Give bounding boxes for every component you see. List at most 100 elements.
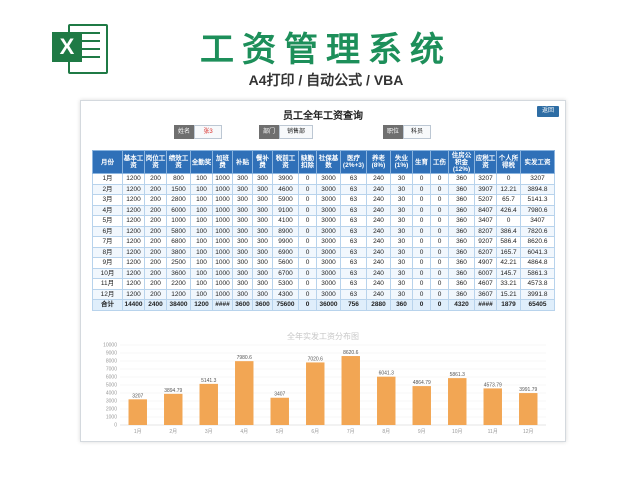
table-cell: 3607 (474, 288, 497, 300)
table-cell: 360 (448, 278, 475, 290)
bar (483, 388, 502, 425)
table-cell: 200 (144, 194, 167, 206)
table-cell: 3000 (316, 183, 341, 195)
total-cell: 3600 (232, 299, 253, 311)
position-filter-value[interactable]: 科员 (403, 125, 431, 139)
table-cell: 1000 (212, 225, 233, 237)
data-label: 3407 (274, 392, 285, 398)
table-cell: 6900 (272, 246, 299, 258)
table-cell: 8407 (474, 204, 497, 216)
total-cell: 360 (390, 299, 413, 311)
x-tick-label: 3月 (205, 429, 213, 435)
table-cell: 145.7 (496, 267, 521, 279)
table-cell: 7820.6 (520, 225, 555, 237)
table-cell: 0 (298, 246, 317, 258)
table-cell: 0 (430, 236, 449, 248)
table-cell: 63 (340, 173, 367, 185)
table-cell: 4864.8 (520, 257, 555, 269)
table-cell: 240 (366, 236, 391, 248)
y-tick-label: 10000 (103, 343, 117, 349)
bar (235, 361, 254, 425)
table-cell: 0 (298, 257, 317, 269)
table-cell: 426.4 (496, 204, 521, 216)
table-cell: 200 (144, 278, 167, 290)
column-header: 医疗(2%+3) (340, 150, 367, 174)
table-cell: 0 (412, 173, 431, 185)
table-cell: 6月 (92, 225, 123, 237)
table-cell: 300 (232, 194, 253, 206)
column-header: 个人所得税 (496, 150, 521, 174)
table-cell: 300 (252, 257, 273, 269)
data-label: 5141.3 (201, 378, 217, 384)
table-cell: 0 (430, 204, 449, 216)
table-cell: 3407 (520, 215, 555, 227)
column-header: 税前工资 (272, 150, 299, 174)
table-cell: 6700 (272, 267, 299, 279)
table-cell: 240 (366, 215, 391, 227)
y-tick-label: 0 (114, 423, 117, 429)
total-cell: 4320 (448, 299, 475, 311)
table-cell: 1000 (212, 173, 233, 185)
table-cell: 200 (144, 204, 167, 216)
table-cell: 300 (252, 267, 273, 279)
table-cell: 100 (190, 236, 213, 248)
x-tick-label: 6月 (311, 429, 319, 435)
table-cell: 6800 (166, 236, 191, 248)
table-cell: 300 (232, 183, 253, 195)
column-header: 实发工资 (520, 150, 555, 174)
table-cell: 1200 (122, 246, 145, 258)
total-cell: 14400 (122, 299, 145, 311)
table-cell: 3407 (474, 215, 497, 227)
table-cell: 300 (232, 246, 253, 258)
bar (199, 383, 218, 425)
column-header: 月份 (92, 150, 123, 174)
data-label: 3991.79 (519, 387, 537, 393)
bar (448, 378, 467, 425)
bar (519, 393, 538, 425)
table-cell: 1000 (166, 215, 191, 227)
x-tick-label: 7月 (347, 429, 355, 435)
table-cell: 0 (412, 204, 431, 216)
table-cell: 100 (190, 194, 213, 206)
total-cell: 0 (430, 299, 449, 311)
table-cell: 1200 (122, 236, 145, 248)
table-cell: 1月 (92, 173, 123, 185)
table-row: 9月 1200 200 2500 100 1000 300 300 5600 0 3000 63 240… (92, 257, 555, 269)
table-cell: 0 (430, 257, 449, 269)
table-cell: 0 (430, 194, 449, 206)
table-cell: 200 (144, 225, 167, 237)
table-cell: 1000 (212, 288, 233, 300)
table-cell: 300 (232, 278, 253, 290)
bar-chart-svg: 0 1000 2000 3000 4000 5000 6000 7000 8000 9000 100… (103, 343, 546, 435)
table-cell: 0 (298, 236, 317, 248)
table-cell: 0 (496, 215, 521, 227)
column-header: 加班费 (212, 150, 233, 174)
total-cell: 3600 (252, 299, 273, 311)
table-cell: 3000 (316, 267, 341, 279)
table-cell: 300 (252, 246, 273, 258)
table-cell: 100 (190, 215, 213, 227)
table-cell: 12.21 (496, 183, 521, 195)
name-filter-value[interactable]: 张3 (194, 125, 222, 139)
table-cell: 0 (412, 236, 431, 248)
table-cell: 1200 (122, 257, 145, 269)
total-cell: 合计 (92, 299, 123, 311)
table-cell: 3000 (316, 236, 341, 248)
department-filter: 部门 销售部 (259, 125, 313, 139)
table-cell: 360 (448, 225, 475, 237)
table-cell: 300 (252, 236, 273, 248)
total-cell: #### (212, 299, 233, 311)
bar (377, 376, 396, 425)
x-tick-label: 4月 (240, 429, 248, 435)
data-label: 3207 (132, 393, 143, 399)
table-cell: 63 (340, 288, 367, 300)
table-header-row: 月份 基本工资 岗位工资 绩效工资 全勤奖 加班费 补贴 餐补费 税前工资 缺勤扣除 社保基数 医疗(… (92, 150, 555, 174)
total-cell: 1200 (190, 299, 213, 311)
table-cell: 30 (390, 204, 413, 216)
department-filter-value[interactable]: 销售部 (279, 125, 313, 139)
return-button[interactable]: 返回 (537, 106, 559, 117)
table-cell: 360 (448, 236, 475, 248)
table-cell: 6207 (474, 246, 497, 258)
y-tick-label: 3000 (106, 399, 117, 405)
table-cell: 63 (340, 194, 367, 206)
